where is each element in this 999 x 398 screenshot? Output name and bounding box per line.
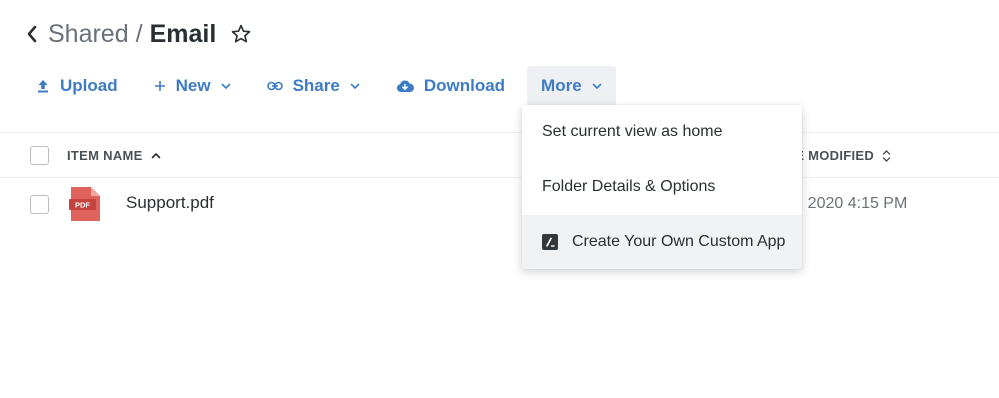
download-button[interactable]: Download	[382, 66, 519, 106]
breadcrumb: Shared / Email	[26, 14, 252, 54]
upload-button[interactable]: Upload	[22, 66, 132, 106]
cloud-download-icon	[396, 80, 414, 93]
new-label: New	[175, 76, 211, 95]
column-header-label: ITEM NAME	[67, 148, 143, 163]
link-icon	[266, 81, 283, 91]
chevron-down-icon	[350, 83, 360, 90]
file-browser-page: Shared / Email Upload New Share Download…	[0, 0, 999, 398]
menu-item-label: Create Your Own Custom App	[572, 233, 786, 250]
more-button[interactable]: More	[527, 66, 616, 106]
menu-item-create-custom-app[interactable]: Create Your Own Custom App	[522, 215, 802, 269]
custom-app-icon	[542, 234, 558, 250]
menu-item-set-view-as-home[interactable]: Set current view as home	[522, 105, 802, 159]
menu-item-label: Set current view as home	[542, 123, 723, 140]
breadcrumb-parent-folder[interactable]: Shared	[48, 14, 129, 54]
divider	[0, 177, 999, 178]
toolbar: Upload New Share Download More	[22, 66, 616, 106]
table-row[interactable]: PDF Support.pdf t 1, 2020 4:15 PM	[0, 180, 999, 230]
column-header-item-name[interactable]: ITEM NAME	[67, 148, 161, 163]
pdf-file-icon: PDF	[69, 186, 101, 222]
more-dropdown-menu: Set current view as home Folder Details …	[522, 105, 802, 269]
column-header-date-modified[interactable]: TE MODIFIED	[787, 148, 891, 163]
sort-toggle-icon	[882, 149, 891, 163]
file-name[interactable]: Support.pdf	[126, 193, 214, 213]
new-button[interactable]: New	[140, 66, 245, 106]
more-label: More	[541, 76, 582, 95]
star-icon[interactable]	[230, 23, 252, 45]
chevron-down-icon	[221, 83, 231, 90]
upload-icon	[36, 79, 50, 93]
plus-icon	[154, 80, 166, 92]
table-header-row: ITEM NAME TE MODIFIED	[0, 133, 999, 177]
page-title: Email	[149, 20, 217, 48]
menu-item-folder-details[interactable]: Folder Details & Options	[522, 160, 802, 214]
share-label: Share	[292, 76, 340, 95]
row-checkbox[interactable]	[30, 195, 49, 214]
menu-item-label: Folder Details & Options	[542, 178, 716, 195]
breadcrumb-separator: /	[135, 20, 143, 48]
select-all-checkbox[interactable]	[30, 146, 49, 165]
sort-ascending-icon	[151, 152, 161, 159]
share-button[interactable]: Share	[253, 66, 374, 106]
download-label: Download	[423, 76, 506, 95]
chevron-left-icon[interactable]	[26, 14, 44, 54]
upload-label: Upload	[60, 76, 118, 95]
pdf-icon-label: PDF	[75, 201, 90, 210]
chevron-down-icon	[592, 83, 602, 90]
